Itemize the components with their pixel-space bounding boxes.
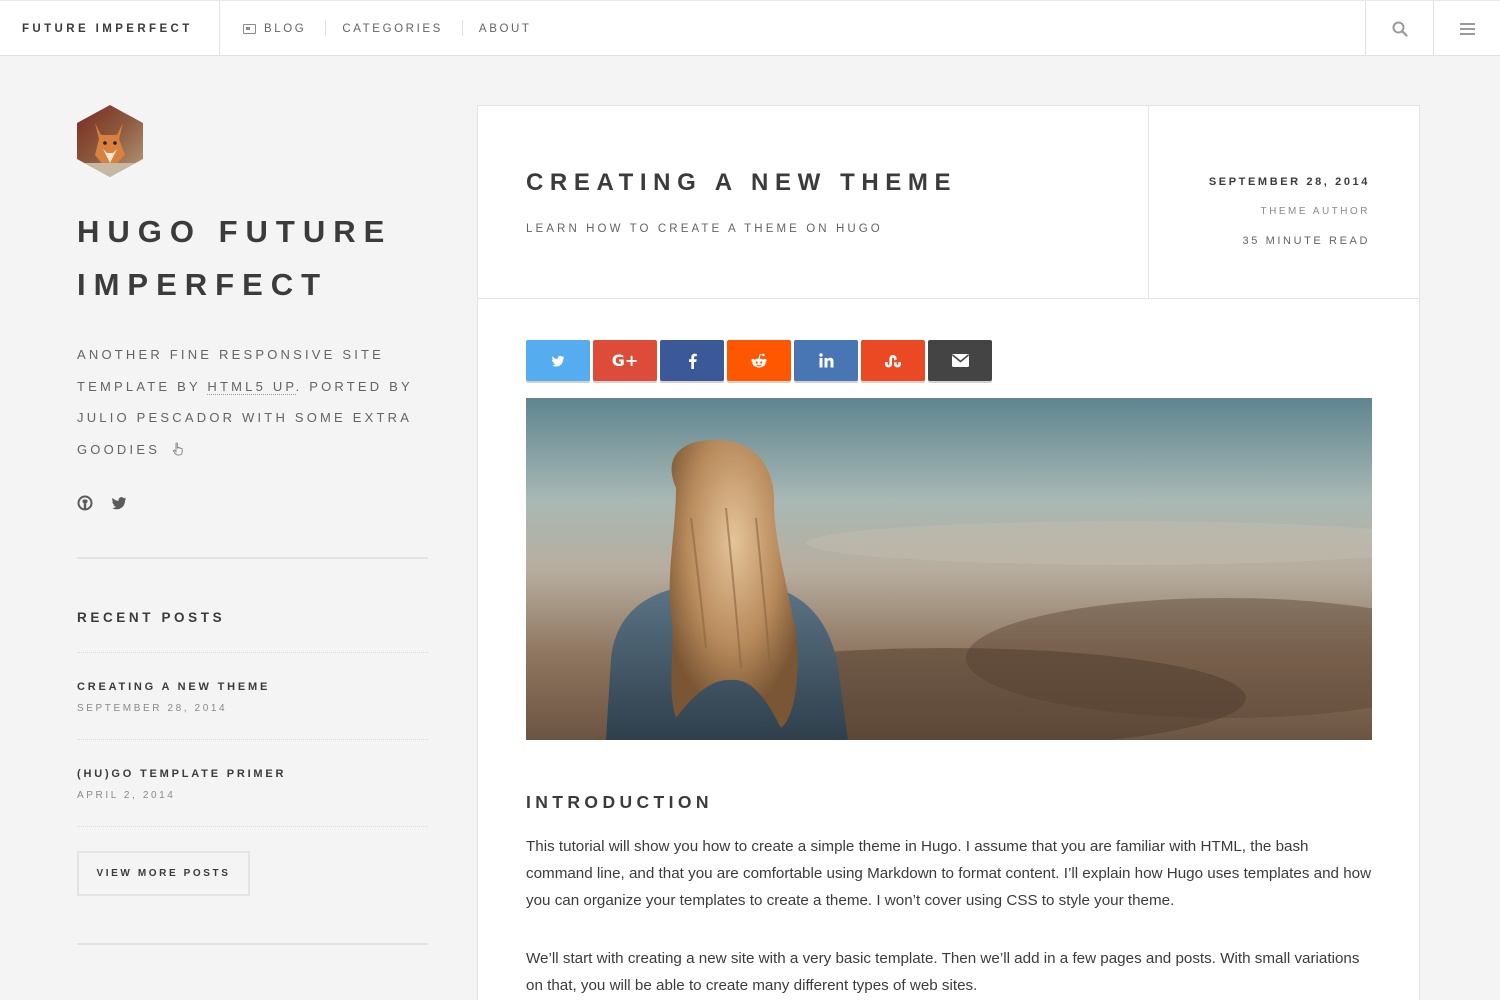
twitter-icon (551, 355, 565, 367)
nav-item-blog[interactable]: BLOG (243, 19, 327, 36)
linkedin-icon (818, 353, 833, 368)
share-twitter-button[interactable] (526, 340, 590, 381)
fox-avatar-icon (77, 105, 143, 177)
post-subtitle: LEARN HOW TO CREATE A THEME ON HUGO (526, 223, 883, 235)
post-author[interactable]: THEME AUTHOR (1149, 206, 1370, 217)
post-title[interactable]: CREATING A NEW THEME (526, 169, 957, 197)
stumbleupon-icon (885, 354, 901, 367)
site-description: ANOTHER FINE RESPONSIVE SITE TEMPLATE BY… (77, 339, 428, 465)
recent-post-date: APRIL 2, 2014 (77, 790, 176, 801)
hand-pointer-icon (172, 441, 183, 455)
sidebar-divider (77, 943, 428, 945)
facebook-icon (688, 353, 697, 369)
nav-item-label: ABOUT (478, 22, 532, 35)
google-plus-icon: G+ (611, 351, 639, 370)
sidebar-divider (77, 557, 428, 559)
post-meta: SEPTEMBER 28, 2014 THEME AUTHOR 35 MINUT… (1148, 106, 1419, 298)
nav-item-label: BLOG (264, 22, 307, 35)
recent-post-title[interactable]: (HU)GO TEMPLATE PRIMER (77, 768, 428, 780)
top-header: FUTURE IMPERFECT BLOG CATEGORIES ABOUT (0, 0, 1500, 56)
envelope-icon (951, 354, 969, 367)
recent-post-item: CREATING A NEW THEME SEPTEMBER 28, 2014 (77, 652, 428, 739)
site-title-line: HUGO FUTURE (77, 214, 393, 249)
social-links (77, 495, 428, 511)
share-reddit-button[interactable] (727, 340, 791, 381)
nav-item-label: CATEGORIES (342, 22, 443, 35)
share-email-button[interactable] (928, 340, 992, 381)
share-google-plus-button[interactable]: G+ (593, 340, 657, 381)
search-button[interactable] (1365, 1, 1433, 56)
post-read-time: 35 MINUTE READ (1242, 235, 1370, 247)
twitter-link[interactable] (111, 495, 127, 511)
main-nav: BLOG CATEGORIES ABOUT (243, 1, 568, 56)
recent-posts-heading: RECENT POSTS (77, 610, 226, 625)
nav-item-categories[interactable]: CATEGORIES (342, 19, 463, 36)
site-title: HUGO FUTURE IMPERFECT (77, 205, 428, 311)
search-icon (1392, 21, 1408, 37)
recent-post-item: (HU)GO TEMPLATE PRIMER APRIL 2, 2014 (77, 739, 428, 826)
share-buttons: G+ (526, 340, 992, 381)
post-header: CREATING A NEW THEME LEARN HOW TO CREATE… (478, 106, 1419, 299)
post-paragraph: This tutorial will show you how to creat… (526, 838, 1372, 909)
view-more-posts-button[interactable]: VIEW MORE POSTS (77, 851, 250, 896)
share-facebook-button[interactable] (660, 340, 724, 381)
more-posts-wrap: VIEW MORE POSTS (77, 826, 428, 896)
github-icon (77, 495, 93, 511)
nav-item-about[interactable]: ABOUT (479, 23, 552, 35)
share-linkedin-button[interactable] (794, 340, 858, 381)
twitter-icon (112, 497, 126, 510)
menu-button[interactable] (1433, 1, 1500, 56)
post-paragraph: We’ll start with creating a new site wit… (526, 950, 1360, 994)
html5up-link[interactable]: HTML5 UP (207, 378, 296, 395)
post-title-area: CREATING A NEW THEME LEARN HOW TO CREATE… (526, 169, 957, 235)
sidebar: HUGO FUTURE IMPERFECT ANOTHER FINE RESPO… (77, 105, 428, 945)
site-brand-link[interactable]: FUTURE IMPERFECT (0, 1, 220, 56)
recent-post-date: SEPTEMBER 28, 2014 (77, 703, 228, 714)
site-title-line: IMPERFECT (77, 267, 329, 302)
post-date: SEPTEMBER 28, 2014 (1208, 176, 1370, 188)
post-hero-image (526, 398, 1372, 740)
site-logo[interactable] (77, 105, 143, 177)
github-link[interactable] (77, 495, 93, 511)
newspaper-icon (243, 23, 256, 34)
woman-landscape-image (526, 398, 1372, 740)
section-heading-introduction: INTRODUCTION (526, 792, 713, 812)
recent-post-title[interactable]: CREATING A NEW THEME (77, 681, 428, 693)
share-stumbleupon-button[interactable] (861, 340, 925, 381)
reddit-icon (751, 353, 767, 367)
post-article: CREATING A NEW THEME LEARN HOW TO CREATE… (477, 105, 1420, 1000)
recent-posts-list: CREATING A NEW THEME SEPTEMBER 28, 2014 … (77, 652, 428, 896)
hamburger-menu-icon (1460, 22, 1475, 35)
